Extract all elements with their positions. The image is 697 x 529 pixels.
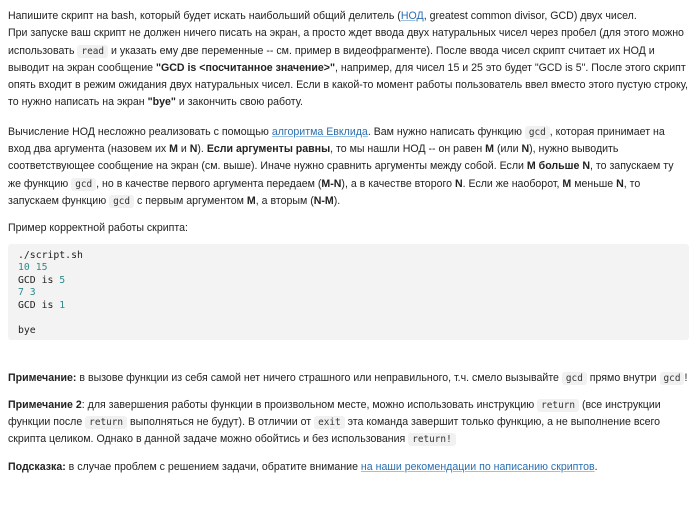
code-line: GCD is xyxy=(18,299,60,311)
text: с первым аргументом xyxy=(134,194,247,207)
hint: Подсказка: в случае проблем с решением з… xyxy=(8,459,689,476)
equal-condition: Если аргументы равны xyxy=(206,143,331,156)
text: Вычисление НОД несложно реализовать с по… xyxy=(8,125,272,138)
example-label: Пример корректной работы скрипта: xyxy=(8,222,188,235)
text: , а вторым ( xyxy=(255,194,314,207)
inline-code-return: return xyxy=(537,398,580,412)
note-2: Примечание 2: для завершения работы функ… xyxy=(8,397,689,449)
text: ). xyxy=(197,143,207,156)
text: ), а в качестве второго xyxy=(341,177,455,190)
inline-code-gcd: gcd xyxy=(524,125,550,139)
text: , но в качестве первого аргумента переда… xyxy=(96,177,322,190)
text: ). xyxy=(333,194,341,207)
text: , greatest common divisor, GCD) двух чис… xyxy=(423,10,637,22)
note-1: Примечание: в вызове функции из себя сам… xyxy=(8,370,689,387)
script-recommendations-link[interactable]: на наши рекомендации по написанию скрипт… xyxy=(361,461,595,473)
algorithm-description: Вычисление НОД несложно реализовать с по… xyxy=(8,124,689,210)
text: в вызове функции из себя самой нет ничег… xyxy=(76,371,562,384)
inline-code-gcd: gcd xyxy=(71,177,97,191)
gcd-wiki-link[interactable]: НОД xyxy=(401,10,424,22)
example-code-block: ./script.sh 10 15 GCD is 5 7 3 GCD is 1 … xyxy=(8,243,689,340)
task-page: Напишите скрипт на bash, который будет и… xyxy=(0,0,697,476)
var-n: N xyxy=(616,177,624,190)
code-line: ./script.sh xyxy=(18,249,83,261)
inline-code-exit: exit xyxy=(314,416,345,430)
euclid-algorithm-link[interactable]: алгоритма Евклида xyxy=(272,126,368,138)
code-line: bye xyxy=(18,325,36,337)
bye-text: "bye" xyxy=(147,96,176,109)
task-description: Напишите скрипт на bash, который будет и… xyxy=(8,8,689,112)
var-m: M xyxy=(562,177,572,190)
code-line: 10 15 xyxy=(18,262,48,274)
hint-label: Подсказка: xyxy=(8,460,66,473)
text: . Если же наоборот, xyxy=(462,177,563,190)
code-line: 7 3 xyxy=(18,287,36,299)
output-format: "GCD is <посчитанное значение>" xyxy=(155,61,335,74)
text: , то мы нашли НОД -- он равен xyxy=(330,143,486,156)
var-m: M xyxy=(485,143,494,156)
var-n: N xyxy=(454,177,463,190)
text: в случае проблем с решением задачи, обра… xyxy=(65,460,361,473)
expr-m-minus-n: M-N xyxy=(321,177,342,190)
inline-code-return-bang: return! xyxy=(408,433,456,447)
text: выполняться не будут). В отличии от xyxy=(127,416,315,429)
text: и xyxy=(177,143,190,156)
code-number: 1 xyxy=(59,299,66,311)
note-label: Примечание: xyxy=(8,371,77,384)
var-m: M xyxy=(169,143,178,156)
note-label: Примечание 2 xyxy=(8,398,82,411)
text: ! xyxy=(684,371,688,384)
text: . xyxy=(594,460,598,473)
code-number: 5 xyxy=(59,274,66,286)
text: . Вам нужно написать функцию xyxy=(367,125,525,138)
inline-code-return: return xyxy=(85,416,128,430)
inline-code-gcd: gcd xyxy=(659,371,685,385)
var-m: M xyxy=(246,194,256,207)
text: меньше xyxy=(571,177,617,190)
text: Напишите скрипт на bash, который будет и… xyxy=(8,10,401,22)
text: : для завершения работы функции в произв… xyxy=(81,398,538,411)
var-n: N xyxy=(521,143,530,156)
inline-code-gcd: gcd xyxy=(561,371,587,385)
text: (или xyxy=(494,143,522,156)
text: прямо внутри xyxy=(586,371,660,384)
more-condition: M больше N xyxy=(526,160,590,173)
inline-code-gcd: gcd xyxy=(109,194,135,208)
expr-n-minus-m: N-M xyxy=(313,194,334,207)
code-line: GCD is xyxy=(18,274,60,286)
text: и закончить свою работу. xyxy=(175,96,303,109)
inline-code-read: read xyxy=(77,44,109,58)
